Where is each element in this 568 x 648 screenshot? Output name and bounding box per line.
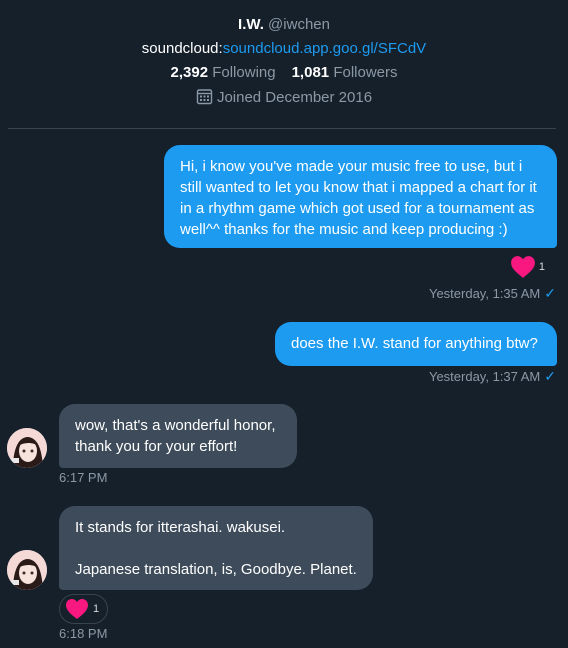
reaction[interactable]: 1 <box>510 255 545 279</box>
avatar[interactable] <box>7 428 47 468</box>
divider <box>8 128 556 129</box>
profile-name-line: I.W. @iwchen <box>0 16 568 33</box>
followers-label: Followers <box>333 64 398 81</box>
timestamp: Yesterday, 1:35 AM <box>428 286 541 301</box>
message-text: does the I.W. stand for anything btw? <box>291 335 538 352</box>
heart-icon <box>66 599 88 619</box>
following-stat[interactable]: 2,392 Following <box>171 64 276 81</box>
message-text: Hi, i know you've made your music free t… <box>180 158 537 238</box>
joined-date: Joined December 2016 <box>0 88 568 106</box>
avatar[interactable] <box>7 550 47 590</box>
bio-prefix: soundcloud: <box>141 40 223 57</box>
following-count: 2,392 <box>170 64 209 81</box>
calendar-icon <box>196 89 213 105</box>
timestamp: Yesterday, 1:37 AM <box>428 369 541 384</box>
check-icon: ✓ <box>544 368 556 384</box>
display-name[interactable]: I.W. <box>238 16 264 33</box>
timestamp: 6:17 PM <box>59 470 108 485</box>
followers-count: 1,081 <box>291 64 330 81</box>
reaction-count: 1 <box>538 261 545 273</box>
message-text-line: thank you for your effort! <box>75 438 238 455</box>
followers-stat[interactable]: 1,081 Followers <box>292 64 398 81</box>
timestamp: 6:18 PM <box>59 626 108 641</box>
message-bubble-incoming[interactable]: wow, that's a wonderful honor, thank you… <box>59 404 297 468</box>
message-bubble-incoming[interactable]: It stands for itterashai. wakusei. Japan… <box>59 506 373 590</box>
message-text-line: It stands for itterashai. wakusei. <box>75 519 286 536</box>
message-meta: Yesterday, 1:35 AM ✓ <box>429 285 556 302</box>
profile-stats: 2,392 Following 1,081 Followers <box>0 64 568 81</box>
message-meta: Yesterday, 1:37 AM ✓ <box>429 368 556 385</box>
following-label: Following <box>212 64 276 81</box>
avatar-image <box>7 428 47 468</box>
joined-text: Joined December 2016 <box>216 89 373 106</box>
message-text-line: Japanese translation, is, Goodbye. Plane… <box>75 561 357 578</box>
profile-bio: soundcloud:soundcloud.app.goo.gl/SFCdV <box>0 40 568 57</box>
message-text-line: wow, that's a wonderful honor, <box>75 417 276 434</box>
message-bubble-outgoing[interactable]: Hi, i know you've made your music free t… <box>164 145 557 248</box>
reaction-count: 1 <box>93 603 100 615</box>
check-icon: ✓ <box>544 285 556 301</box>
handle[interactable]: @iwchen <box>268 16 330 33</box>
reaction[interactable]: 1 <box>59 594 109 624</box>
avatar-image <box>7 550 47 590</box>
bio-link[interactable]: soundcloud.app.goo.gl/SFCdV <box>223 40 426 57</box>
message-bubble-outgoing[interactable]: does the I.W. stand for anything btw? <box>275 322 557 366</box>
heart-icon <box>510 256 535 278</box>
